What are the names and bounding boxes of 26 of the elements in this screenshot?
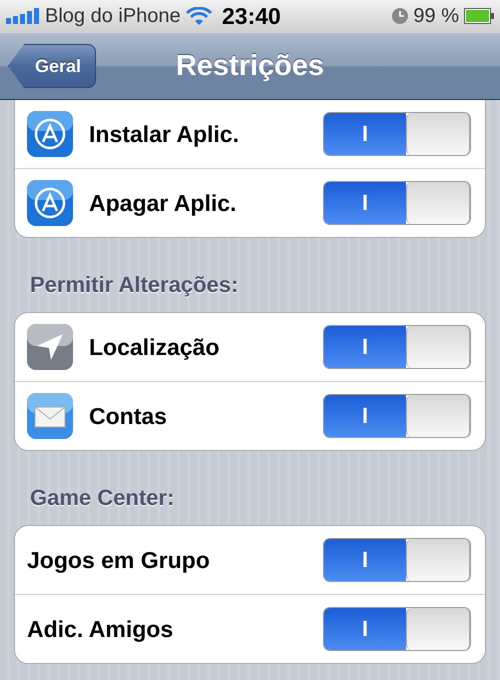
battery-icon: [464, 8, 494, 24]
nav-title: Restrições: [176, 50, 324, 82]
toggle-switch[interactable]: I: [323, 394, 471, 438]
clock-icon: [392, 8, 408, 24]
toggle-switch[interactable]: I: [323, 112, 471, 156]
app-store-icon: [27, 180, 73, 226]
envelope-icon: [27, 393, 73, 439]
toggle-switch[interactable]: I: [323, 607, 471, 651]
toggle-switch[interactable]: I: [323, 538, 471, 582]
row-label: Apagar Aplic.: [89, 190, 238, 216]
battery-percent: 99 %: [413, 4, 459, 28]
clock-time: 23:40: [222, 2, 281, 30]
row-label: Instalar Aplic.: [89, 120, 240, 148]
section-header: Permitir Alterações:: [29, 271, 240, 299]
back-button[interactable]: Geral: [8, 44, 96, 88]
row-label: Adic. Amigos: [27, 616, 174, 642]
signal-icon: [6, 8, 40, 24]
row-label: Jogos em Grupo: [27, 546, 211, 574]
section-header: Game Center:: [29, 484, 176, 512]
toggle-switch[interactable]: I: [323, 181, 471, 225]
wifi-icon: [186, 7, 212, 25]
toggle-switch[interactable]: I: [323, 325, 471, 369]
row-label: Contas: [89, 402, 168, 430]
row-label: Localização: [89, 334, 220, 360]
carrier-name: Blog do iPhone: [45, 4, 181, 28]
app-store-icon: [27, 111, 73, 157]
